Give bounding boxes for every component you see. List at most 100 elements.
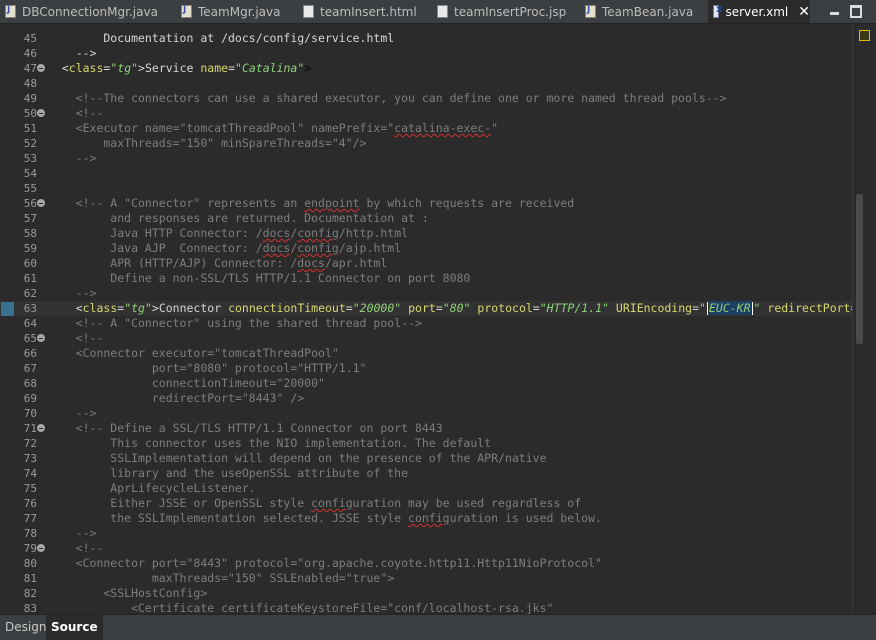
line-number: 83 (23, 602, 37, 615)
tab-label: DBConnectionMgr.java (22, 4, 158, 19)
tab-label: teamInsertProc.jsp (454, 4, 567, 19)
code-text: AprLifecycleListener. (48, 481, 256, 495)
code-text: <Executor name="tomcatThreadPool" namePr… (48, 121, 499, 135)
code-text: the SSLImplementation selected. JSSE sty… (48, 511, 602, 525)
fold-collapse-icon[interactable] (37, 334, 45, 342)
line-number: 70 (23, 407, 37, 420)
line-number: 69 (23, 392, 37, 405)
tab-source[interactable]: Source (46, 615, 103, 640)
code-text: Java AJP Connector: /docs/config/ajp.htm… (48, 241, 402, 255)
fold-collapse-icon[interactable] (37, 544, 45, 552)
code-text: connectionTimeout="20000" (48, 376, 325, 390)
line-number: 62 (23, 287, 37, 300)
line-number: 76 (23, 497, 37, 510)
tab-design[interactable]: Design (0, 615, 51, 640)
tab-teammgr-java[interactable]: TeamMgr.java (176, 0, 296, 23)
code-text: <!-- (48, 541, 104, 555)
maximize-icon[interactable] (848, 3, 862, 18)
code-text: This connector uses the NIO implementati… (48, 436, 492, 450)
code-text: maxThreads="150" SSLEnabled="true"> (48, 571, 395, 585)
code-text: --> (48, 526, 97, 540)
line-number: 61 (23, 272, 37, 285)
line-number: 66 (23, 347, 37, 360)
line-number: 47 (23, 62, 37, 75)
code-text: <!-- Define a SSL/TLS HTTP/1.1 Connector… (48, 421, 443, 435)
fold-collapse-icon[interactable] (37, 199, 45, 207)
tab-teambean-java[interactable]: TeamBean.java (580, 0, 702, 23)
tab-label: TeamMgr.java (198, 4, 281, 19)
code-text: --> (48, 46, 97, 60)
fold-collapse-icon[interactable] (37, 109, 45, 117)
code-text: Documentation at /docs/config/service.ht… (48, 31, 395, 45)
tab-label: TeamBean.java (602, 4, 694, 19)
code-text: <SSLHostConfig> (48, 586, 208, 600)
minimize-icon[interactable] (828, 3, 842, 17)
editor-tab-bar: DBConnectionMgr.java TeamMgr.java teamIn… (0, 0, 876, 24)
line-number: 59 (23, 242, 37, 255)
line-number: 81 (23, 572, 37, 585)
java-file-icon (181, 5, 192, 18)
tab-server-xml[interactable]: server.xml ✕ (708, 0, 810, 23)
java-file-icon (5, 5, 16, 18)
editor-mode-tabs: Design Source (0, 614, 876, 640)
code-text: Java HTTP Connector: /docs/config/http.h… (48, 226, 409, 240)
code-text: SSLImplementation will depend on the pre… (48, 451, 547, 465)
line-number: 77 (23, 512, 37, 525)
line-number: 55 (23, 182, 37, 195)
code-text: redirectPort="8443" /> (48, 391, 305, 405)
java-file-icon (585, 5, 596, 18)
code-text: --> (48, 151, 97, 165)
warning-marker-icon[interactable] (859, 30, 870, 41)
line-number: 54 (23, 167, 37, 180)
line-number: 71 (23, 422, 37, 435)
line-number: 78 (23, 527, 37, 540)
line-number: 64 (23, 317, 37, 330)
line-number: 57 (23, 212, 37, 225)
vertical-scrollbar[interactable] (856, 194, 863, 344)
code-text: Define a non-SSL/TLS HTTP/1.1 Connector … (48, 271, 471, 285)
code-text: --> (48, 406, 97, 420)
fold-collapse-icon[interactable] (37, 64, 45, 72)
code-line[interactable]: 63 <class="tg">Connector connectionTimeo… (0, 301, 852, 316)
source-editor[interactable]: 45 Documentation at /docs/config/service… (0, 31, 852, 615)
code-text: <class="tg">Connector connectionTimeout=… (48, 301, 852, 315)
code-text: <!--The connectors can use a shared exec… (48, 91, 727, 105)
line-number: 50 (23, 107, 37, 120)
xml-file-icon (713, 4, 723, 18)
line-number: 68 (23, 377, 37, 390)
jsp-file-icon (437, 5, 448, 18)
line-number: 80 (23, 557, 37, 570)
code-text: <!-- A "Connector" represents an endpoin… (48, 196, 575, 210)
line-number: 49 (23, 92, 37, 105)
code-text: <Connector executor="tomcatThreadPool" (48, 346, 339, 360)
line-number: 58 (23, 227, 37, 240)
tab-dbconnectionmgr-java[interactable]: DBConnectionMgr.java (0, 0, 160, 23)
code-text: <Connector port="8443" protocol="org.apa… (48, 556, 602, 570)
line-number: 53 (23, 152, 37, 165)
line-number: 72 (23, 437, 37, 450)
line-number: 51 (23, 122, 37, 135)
code-text: port="8080" protocol="HTTP/1.1" (48, 361, 367, 375)
line-number: 46 (23, 47, 37, 60)
html-file-icon (303, 5, 314, 18)
code-text: --> (48, 286, 97, 300)
line-number: 82 (23, 587, 37, 600)
line-number: 52 (23, 137, 37, 150)
line-number: 60 (23, 257, 37, 270)
line-number: 45 (23, 32, 37, 45)
code-text: library and the useOpenSSL attribute of … (48, 466, 409, 480)
fold-collapse-icon[interactable] (37, 424, 45, 432)
code-text: <!-- (48, 331, 104, 345)
code-text: and responses are returned. Documentatio… (48, 211, 429, 225)
code-text: <!-- (48, 106, 104, 120)
line-number: 74 (23, 467, 37, 480)
tab-teaminsertproc-jsp[interactable]: teamInsertProc.jsp (432, 0, 572, 23)
tab-teaminsert-html[interactable]: teamInsert.html (298, 0, 428, 23)
overview-ruler (852, 24, 876, 614)
close-tab-icon[interactable]: ✕ (798, 4, 810, 20)
code-text: <Certificate certificateKeystoreFile="co… (48, 601, 554, 615)
code-text: maxThreads="150" minSpareThreads="4"/> (48, 136, 367, 150)
tab-label: teamInsert.html (320, 4, 417, 19)
line-number: 73 (23, 452, 37, 465)
code-text: <!-- A "Connector" using the shared thre… (48, 316, 422, 330)
